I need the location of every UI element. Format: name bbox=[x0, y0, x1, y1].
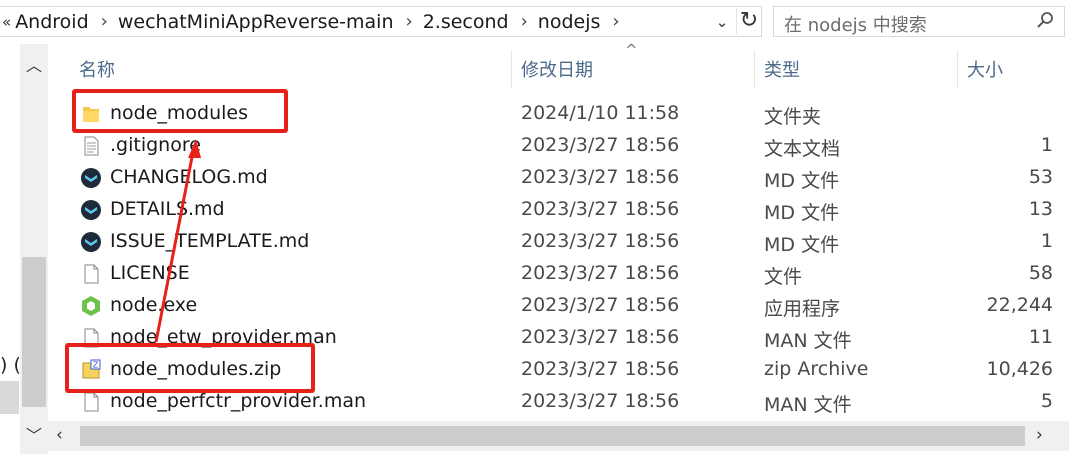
file-size: 11 bbox=[1028, 326, 1053, 348]
scroll-down-icon[interactable]: ﹀ bbox=[20, 422, 48, 445]
column-header-name[interactable]: 名称 bbox=[79, 56, 115, 82]
scroll-up-icon[interactable]: ︿ bbox=[20, 52, 48, 75]
file-type: 应用程序 bbox=[764, 298, 841, 320]
breadcrumb: « Android › wechatMiniAppReverse-main › … bbox=[2, 6, 630, 37]
file-size: 5 bbox=[1040, 390, 1053, 412]
file-name[interactable]: node_perfctr_provider.man bbox=[110, 390, 366, 412]
file-size: 53 bbox=[1028, 166, 1053, 188]
blank-file-icon bbox=[80, 263, 102, 285]
file-type: MD 文件 bbox=[764, 202, 840, 224]
file-row[interactable]: CHANGELOG.md 2023/3/27 18:56 MD 文件 53 bbox=[0, 162, 1069, 194]
address-history-dropdown-icon[interactable]: ⌄ bbox=[710, 10, 734, 34]
file-size: 58 bbox=[1028, 262, 1053, 284]
file-size: 1 bbox=[1040, 134, 1053, 156]
file-name[interactable]: node.exe bbox=[110, 294, 197, 316]
breadcrumb-item-nodejs[interactable]: nodejs bbox=[538, 11, 601, 33]
file-size: 13 bbox=[1028, 198, 1053, 220]
file-type: zip Archive bbox=[764, 358, 869, 380]
file-modified: 2023/3/27 18:56 bbox=[521, 262, 680, 284]
column-divider[interactable] bbox=[957, 50, 958, 88]
breadcrumb-item-project[interactable]: wechatMiniAppReverse-main bbox=[118, 11, 394, 33]
search-placeholder: 在 nodejs 中搜索 bbox=[784, 15, 927, 36]
markdown-app-icon bbox=[80, 231, 102, 253]
scroll-right-icon[interactable]: › bbox=[1036, 425, 1043, 445]
search-icon[interactable] bbox=[1036, 11, 1054, 34]
breadcrumb-separator-icon[interactable]: › bbox=[521, 11, 528, 32]
breadcrumb-overflow-icon[interactable]: « bbox=[2, 13, 11, 31]
file-modified: 2023/3/27 18:56 bbox=[521, 166, 680, 188]
breadcrumb-separator-icon[interactable]: › bbox=[101, 11, 108, 32]
column-header-type[interactable]: 类型 bbox=[764, 56, 800, 82]
file-type: MD 文件 bbox=[764, 170, 840, 192]
horizontal-scrollbar[interactable]: ‹ › bbox=[48, 421, 1069, 451]
file-name[interactable]: CHANGELOG.md bbox=[110, 166, 268, 188]
file-size: 1 bbox=[1040, 230, 1053, 252]
file-name[interactable]: LICENSE bbox=[110, 262, 190, 284]
file-type: MAN 文件 bbox=[764, 330, 852, 352]
column-divider[interactable] bbox=[754, 50, 755, 88]
file-row[interactable]: .gitignore 2023/3/27 18:56 文本文档 1 bbox=[0, 130, 1069, 162]
file-modified: 2023/3/27 18:56 bbox=[521, 326, 680, 348]
breadcrumb-item-second[interactable]: 2.second bbox=[423, 11, 509, 33]
column-header-modified[interactable]: 修改日期 bbox=[521, 56, 593, 82]
file-modified: 2023/3/27 18:56 bbox=[521, 230, 680, 252]
file-row[interactable]: ISSUE_TEMPLATE.md 2023/3/27 18:56 MD 文件 … bbox=[0, 226, 1069, 258]
markdown-app-icon bbox=[80, 167, 102, 189]
blank-file-icon bbox=[80, 391, 102, 413]
breadcrumb-item-android[interactable]: Android bbox=[15, 11, 88, 33]
sort-ascending-icon: ^ bbox=[625, 41, 638, 59]
file-modified: 2023/3/27 18:56 bbox=[521, 294, 680, 316]
text-document-icon bbox=[80, 135, 102, 157]
refresh-icon[interactable]: ↻ bbox=[736, 8, 761, 34]
file-modified: 2024/1/10 11:58 bbox=[521, 102, 680, 124]
nodejs-exe-icon bbox=[80, 295, 102, 317]
file-modified: 2023/3/27 18:56 bbox=[521, 134, 680, 156]
file-name[interactable]: DETAILS.md bbox=[110, 198, 225, 220]
breadcrumb-separator-icon[interactable]: › bbox=[405, 11, 412, 32]
file-name[interactable]: .gitignore bbox=[110, 134, 201, 156]
horizontal-scrollbar-thumb[interactable] bbox=[80, 426, 1025, 446]
file-row[interactable]: DETAILS.md 2023/3/27 18:56 MD 文件 13 bbox=[0, 194, 1069, 226]
highlight-box-node-modules-folder bbox=[72, 89, 288, 133]
scroll-left-icon[interactable]: ‹ bbox=[56, 425, 63, 445]
breadcrumb-separator-icon[interactable]: › bbox=[612, 11, 619, 32]
highlight-box-node-modules-zip bbox=[65, 343, 315, 393]
file-modified: 2023/3/27 18:56 bbox=[521, 198, 680, 220]
file-row[interactable]: node.exe 2023/3/27 18:56 应用程序 22,244 bbox=[0, 290, 1069, 322]
file-size: 10,426 bbox=[986, 358, 1053, 380]
markdown-app-icon bbox=[80, 199, 102, 221]
file-type: 文件夹 bbox=[764, 106, 822, 128]
column-header-size[interactable]: 大小 bbox=[967, 56, 1003, 82]
file-size: 22,244 bbox=[986, 294, 1053, 316]
address-bar-region: « Android › wechatMiniAppReverse-main › … bbox=[0, 0, 1069, 44]
file-name[interactable]: ISSUE_TEMPLATE.md bbox=[110, 230, 309, 252]
column-divider[interactable] bbox=[511, 50, 512, 88]
file-type: 文本文档 bbox=[764, 138, 841, 160]
file-type: MAN 文件 bbox=[764, 394, 852, 416]
file-modified: 2023/3/27 18:56 bbox=[521, 390, 680, 412]
file-modified: 2023/3/27 18:56 bbox=[521, 358, 680, 380]
file-type: MD 文件 bbox=[764, 234, 840, 256]
search-input[interactable]: 在 nodejs 中搜索 bbox=[773, 6, 1065, 37]
file-type: 文件 bbox=[764, 266, 803, 288]
file-row[interactable]: LICENSE 2023/3/27 18:56 文件 58 bbox=[0, 258, 1069, 290]
